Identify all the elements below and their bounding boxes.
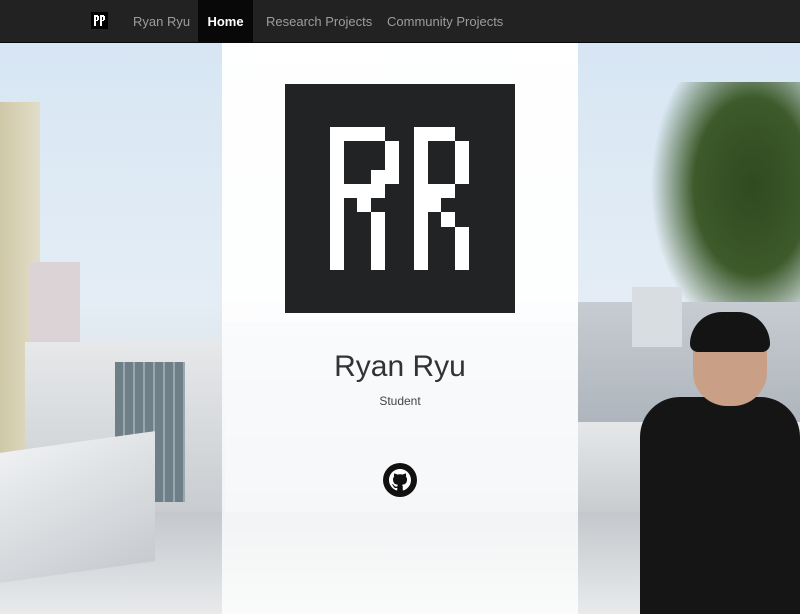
nav-item-home[interactable]: Home [198,0,253,42]
nav-item-research-projects[interactable]: Research Projects [254,0,384,42]
github-icon [389,469,411,491]
profile-logo [285,84,515,313]
profile-name: Ryan Ryu [334,350,466,383]
profile-panel: Ryan Ryu Student [222,42,578,614]
brand-logo[interactable] [91,12,108,29]
nav-item-community-projects[interactable]: Community Projects [375,0,515,42]
navbar: Ryan Ryu Home Research Projects Communit… [0,0,800,43]
rr-monogram-icon [330,127,469,270]
nav-brand-link[interactable]: Ryan Ryu [121,0,202,42]
rr-logo-icon [94,15,105,26]
profile-role: Student [379,394,421,408]
github-link[interactable] [383,463,417,497]
